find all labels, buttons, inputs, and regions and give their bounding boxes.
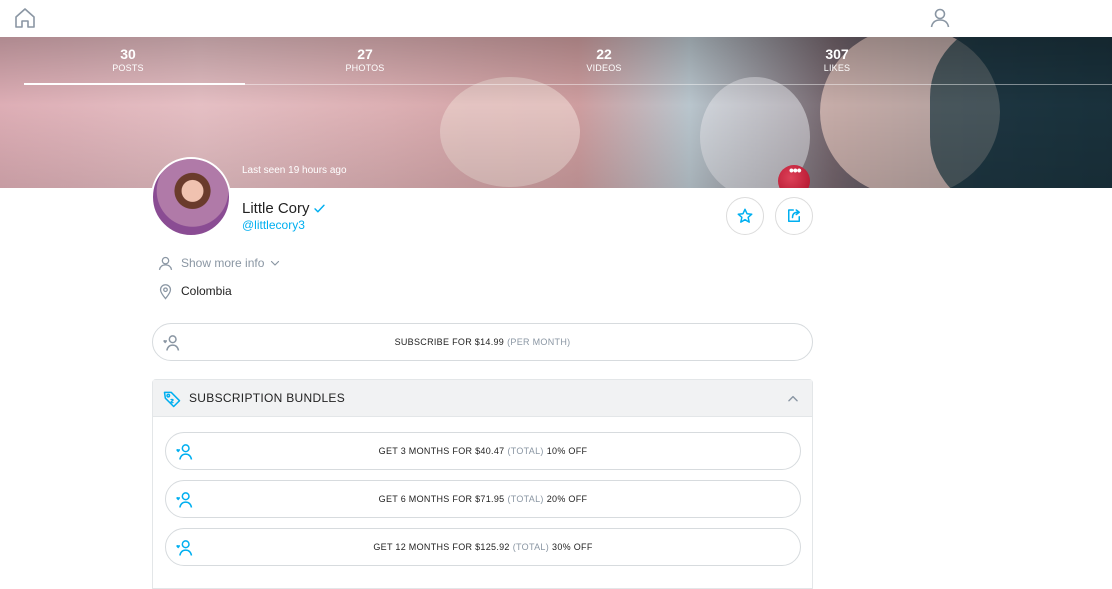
last-seen: Last seen 19 hours ago bbox=[242, 165, 347, 176]
posts-count: 30 bbox=[120, 46, 136, 62]
subscribe-icon bbox=[176, 444, 193, 460]
subscribe-icon bbox=[176, 540, 193, 556]
tab-likes[interactable]: 307 LIKES bbox=[721, 37, 953, 85]
posts-label: POSTS bbox=[112, 63, 144, 73]
bundle-total: (TOTAL) bbox=[512, 542, 550, 552]
top-nav bbox=[0, 0, 1112, 37]
tab-videos[interactable]: 22 VIDEOS bbox=[488, 37, 720, 85]
subscription-bundles-header[interactable]: SUBSCRIPTION BUNDLES bbox=[153, 380, 812, 417]
avatar[interactable] bbox=[151, 157, 231, 237]
bundle-total: (TOTAL) bbox=[507, 446, 544, 456]
bundle-3-months-button[interactable]: GET 3 MONTHS FOR $40.47 (TOTAL) 10% OFF bbox=[165, 432, 801, 470]
videos-count: 22 bbox=[596, 46, 612, 62]
verified-icon bbox=[313, 204, 325, 212]
subscribe-icon bbox=[163, 335, 180, 351]
home-icon[interactable] bbox=[13, 6, 37, 30]
bundle-discount: 20% OFF bbox=[546, 494, 588, 504]
subscribe-label: SUBSCRIBE FOR $14.99 bbox=[394, 337, 505, 347]
tabs-divider bbox=[245, 84, 1112, 85]
star-icon bbox=[737, 208, 753, 223]
share-icon bbox=[788, 209, 800, 222]
tab-photos[interactable]: 27 PHOTOS bbox=[249, 37, 481, 85]
subscribe-period: (PER MONTH) bbox=[507, 337, 571, 347]
subscribe-icon bbox=[176, 492, 193, 508]
chevron-up-icon[interactable] bbox=[786, 392, 800, 406]
chevron-down-icon bbox=[271, 260, 280, 266]
profile-name-row: Little Cory bbox=[242, 198, 326, 218]
likes-count: 307 bbox=[825, 46, 849, 62]
tag-icon bbox=[163, 391, 181, 408]
videos-label: VIDEOS bbox=[586, 63, 622, 73]
user-icon[interactable] bbox=[928, 6, 952, 30]
likes-label: LIKES bbox=[823, 63, 851, 73]
photos-count: 27 bbox=[357, 46, 373, 62]
location-row: Colombia bbox=[157, 282, 232, 300]
bundle-12-months-button[interactable]: GET 12 MONTHS FOR $125.92 (TOTAL) 30% OF… bbox=[165, 528, 801, 566]
bundle-label: GET 3 MONTHS FOR $40.47 bbox=[378, 446, 505, 456]
add-to-favorites-button[interactable] bbox=[726, 197, 764, 235]
location-text: Colombia bbox=[181, 284, 232, 298]
subscription-bundles-title: SUBSCRIPTION BUNDLES bbox=[189, 391, 346, 405]
profile-handle[interactable]: @littlecory3 bbox=[242, 218, 305, 232]
profile-name: Little Cory bbox=[242, 199, 310, 217]
subscription-bundles-panel: SUBSCRIPTION BUNDLES GET 3 MONTHS FOR $4… bbox=[152, 379, 813, 589]
bundle-label: GET 6 MONTHS FOR $71.95 bbox=[378, 494, 505, 504]
bundle-discount: 30% OFF bbox=[552, 542, 593, 552]
photos-label: PHOTOS bbox=[345, 63, 385, 73]
show-more-label: Show more info bbox=[181, 256, 265, 270]
subscribe-button[interactable]: SUBSCRIBE FOR $14.99 (PER MONTH) bbox=[152, 323, 813, 361]
bundle-total: (TOTAL) bbox=[507, 494, 544, 504]
share-button[interactable] bbox=[775, 197, 813, 235]
bundle-label: GET 12 MONTHS FOR $125.92 bbox=[373, 542, 510, 552]
person-icon bbox=[158, 256, 173, 270]
show-more-info-button[interactable]: Show more info bbox=[157, 254, 288, 272]
profile-stats: 30 POSTS 27 PHOTOS 22 VIDEOS 307 LIKES bbox=[0, 37, 1112, 85]
bundle-discount: 10% OFF bbox=[546, 446, 588, 456]
more-options-button[interactable]: ••• bbox=[789, 162, 802, 178]
bundle-6-months-button[interactable]: GET 6 MONTHS FOR $71.95 (TOTAL) 20% OFF bbox=[165, 480, 801, 518]
location-pin-icon bbox=[159, 283, 172, 300]
tab-posts[interactable]: 30 POSTS bbox=[12, 37, 245, 85]
